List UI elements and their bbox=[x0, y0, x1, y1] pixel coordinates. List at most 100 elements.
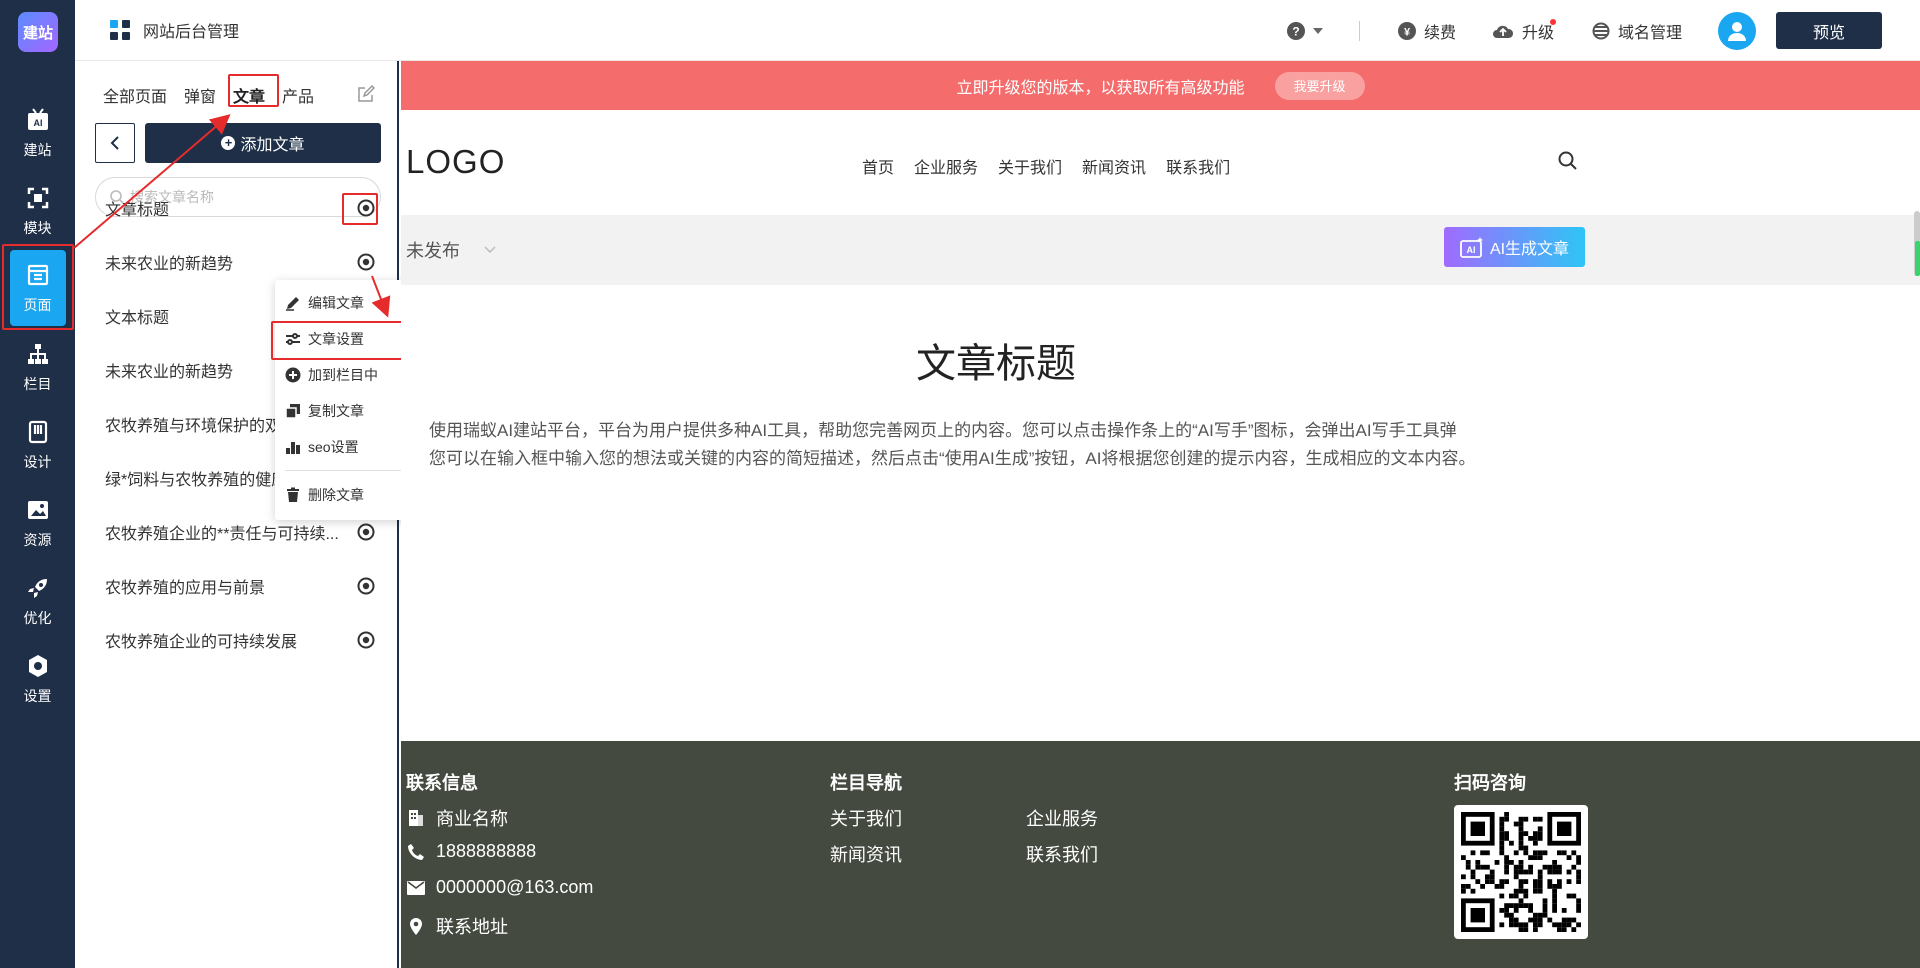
ai-icon: AI bbox=[1460, 236, 1484, 258]
menu-label: seo设置 bbox=[308, 439, 359, 455]
ai-generate-label: AI生成文章 bbox=[1489, 241, 1570, 258]
left-nav: 建站 AI 建站 模块 页面 栏目 设计 资源 优化 设置 bbox=[0, 0, 75, 968]
sitemap-icon bbox=[25, 341, 51, 367]
menu-label: 编辑文章 bbox=[308, 295, 364, 311]
nav-item-optimize[interactable]: 优化 bbox=[0, 561, 75, 641]
tab-product[interactable]: 产品 bbox=[282, 83, 314, 107]
footer-text: 商业名称 bbox=[436, 809, 508, 829]
gear-icon[interactable] bbox=[357, 253, 375, 271]
article-body-line: 使用瑞蚁AI建站平台，平台为用户提供多种AI工具，帮助您完善网页上的内容。您可以… bbox=[429, 421, 1457, 440]
article-title-text: 农牧养殖企业的**责任与可持续... bbox=[105, 526, 339, 543]
top-bar: 网站后台管理 ? ¥ 续费 升级 域名管理 预览 bbox=[75, 0, 1920, 61]
nav-label: 资源 bbox=[23, 531, 52, 548]
footer-text: 1888888888 bbox=[436, 841, 537, 861]
phone-icon bbox=[406, 843, 426, 861]
footer-qr-title: 扫码咨询 bbox=[1454, 773, 1526, 793]
tab-all-pages[interactable]: 全部页面 bbox=[103, 83, 167, 107]
menu-copy-article[interactable]: 复制文章 bbox=[285, 401, 364, 421]
article-list-item[interactable]: 农牧养殖企业的可持续发展 bbox=[105, 625, 385, 655]
banner-upgrade-button[interactable]: 我要升级 bbox=[1274, 71, 1365, 100]
gear-icon bbox=[25, 653, 51, 679]
banner-text: 立即升级您的版本，以获取所有高级功能 bbox=[956, 79, 1245, 97]
app-title: 网站后台管理 bbox=[109, 18, 239, 42]
site-nav-home[interactable]: 首页 bbox=[862, 154, 894, 178]
footer-link-news[interactable]: 新闻资讯 bbox=[830, 841, 902, 867]
tab-popup[interactable]: 弹窗 bbox=[184, 83, 216, 107]
search-icon[interactable] bbox=[1558, 151, 1578, 171]
article-list-item[interactable]: 未来农业的新趋势 bbox=[105, 247, 385, 277]
ai-icon: AI bbox=[25, 107, 51, 133]
edit-icon[interactable] bbox=[357, 85, 375, 103]
nav-item-resource[interactable]: 资源 bbox=[0, 483, 75, 563]
nav-label: 设计 bbox=[23, 453, 52, 470]
highlight-box-gear bbox=[342, 193, 378, 225]
add-article-button[interactable]: + 添加文章 bbox=[145, 123, 381, 163]
footer-text: 0000000@163.com bbox=[436, 877, 594, 897]
menu-label: 删除文章 bbox=[308, 487, 364, 503]
divider bbox=[1358, 20, 1360, 41]
nav-label: 优化 bbox=[23, 609, 52, 626]
article-body[interactable]: 使用瑞蚁AI建站平台，平台为用户提供多种AI工具，帮助您完善网页上的内容。您可以… bbox=[429, 417, 1589, 473]
menu-delete-article[interactable]: 删除文章 bbox=[285, 485, 364, 505]
upgrade-button[interactable]: 升级 bbox=[1492, 18, 1556, 43]
cloud-upload-icon bbox=[1492, 23, 1514, 39]
svg-text:AI: AI bbox=[1466, 245, 1475, 255]
menu-edit-article[interactable]: 编辑文章 bbox=[285, 293, 364, 313]
rocket-icon bbox=[25, 575, 51, 601]
avatar[interactable] bbox=[1718, 11, 1756, 50]
preview-button[interactable]: 预览 bbox=[1776, 12, 1882, 49]
article-title-text: 农牧养殖的应用与前景 bbox=[105, 580, 266, 597]
ai-generate-button[interactable]: AI AI生成文章 bbox=[1444, 227, 1585, 267]
menu-add-to-column[interactable]: 加到栏目中 bbox=[285, 365, 378, 385]
article-list-item[interactable]: 农牧养殖的应用与前景 bbox=[105, 571, 385, 601]
footer-link-services[interactable]: 企业服务 bbox=[1026, 805, 1098, 831]
site-nav-services[interactable]: 企业服务 bbox=[914, 154, 978, 178]
image-icon bbox=[25, 497, 51, 523]
site-nav-contact[interactable]: 联系我们 bbox=[1166, 154, 1230, 178]
app-logo: 建站 bbox=[18, 12, 58, 52]
upgrade-banner: 立即升级您的版本，以获取所有高级功能 我要升级 bbox=[401, 61, 1920, 110]
menu-seo-settings[interactable]: seo设置 bbox=[285, 437, 359, 457]
help-icon: ? bbox=[1286, 21, 1305, 40]
gear-icon[interactable] bbox=[357, 631, 375, 649]
article-title-text: 农牧养殖与环境保护的双 bbox=[105, 418, 282, 435]
nav-item-module[interactable]: 模块 bbox=[0, 171, 75, 251]
footer-link-about[interactable]: 关于我们 bbox=[830, 805, 902, 831]
domain-button[interactable]: 域名管理 bbox=[1592, 19, 1682, 43]
footer-link-contact[interactable]: 联系我们 bbox=[1026, 841, 1098, 867]
site-footer: 联系信息 商业名称 1888888888 0000000@163.com 联系地… bbox=[401, 741, 1920, 968]
design-icon bbox=[25, 419, 51, 445]
page-tabs: 全部页面 弹窗 文章 产品 bbox=[103, 83, 331, 107]
pencil-icon bbox=[285, 295, 303, 311]
chevron-down-icon bbox=[1312, 27, 1323, 34]
back-button[interactable] bbox=[95, 123, 135, 163]
article-title-text: 农牧养殖企业的可持续发展 bbox=[105, 634, 298, 651]
nav-item-column[interactable]: 栏目 bbox=[0, 327, 75, 407]
nav-item-settings[interactable]: 设置 bbox=[0, 639, 75, 719]
nav-label: 模块 bbox=[23, 219, 52, 236]
menu-label: 加到栏目中 bbox=[308, 367, 378, 383]
article-title[interactable]: 文章标题 bbox=[401, 331, 1591, 389]
footer-email: 0000000@163.com bbox=[406, 877, 593, 898]
site-logo[interactable]: LOGO bbox=[406, 143, 505, 181]
plus-icon: + bbox=[221, 136, 236, 150]
site-nav-news[interactable]: 新闻资讯 bbox=[1082, 154, 1146, 178]
nav-item-design[interactable]: 设计 bbox=[0, 405, 75, 485]
renew-button[interactable]: ¥ 续费 bbox=[1397, 19, 1456, 43]
nav-item-ai-build[interactable]: AI 建站 bbox=[0, 93, 75, 173]
module-icon bbox=[25, 185, 51, 211]
chevron-down-icon bbox=[484, 246, 496, 254]
footer-contact-title: 联系信息 bbox=[406, 773, 478, 793]
svg-text:AI: AI bbox=[33, 118, 42, 128]
add-article-label: 添加文章 bbox=[240, 137, 305, 154]
publish-status-select[interactable]: 未发布 bbox=[406, 237, 496, 263]
chevron-left-icon bbox=[110, 136, 119, 150]
help-dropdown[interactable]: ? bbox=[1286, 21, 1323, 40]
gear-icon[interactable] bbox=[357, 577, 375, 595]
gear-icon[interactable] bbox=[357, 523, 375, 541]
article-list-item[interactable]: 农牧养殖企业的**责任与可持续... bbox=[105, 517, 385, 547]
yen-icon: ¥ bbox=[1397, 21, 1416, 40]
grid-icon bbox=[109, 19, 131, 41]
site-nav-about[interactable]: 关于我们 bbox=[998, 154, 1062, 178]
article-body-line: 您可以在输入框中输入您的想法或关键的内容的简短描述，然后点击“使用AI生成”按钮… bbox=[429, 449, 1476, 468]
